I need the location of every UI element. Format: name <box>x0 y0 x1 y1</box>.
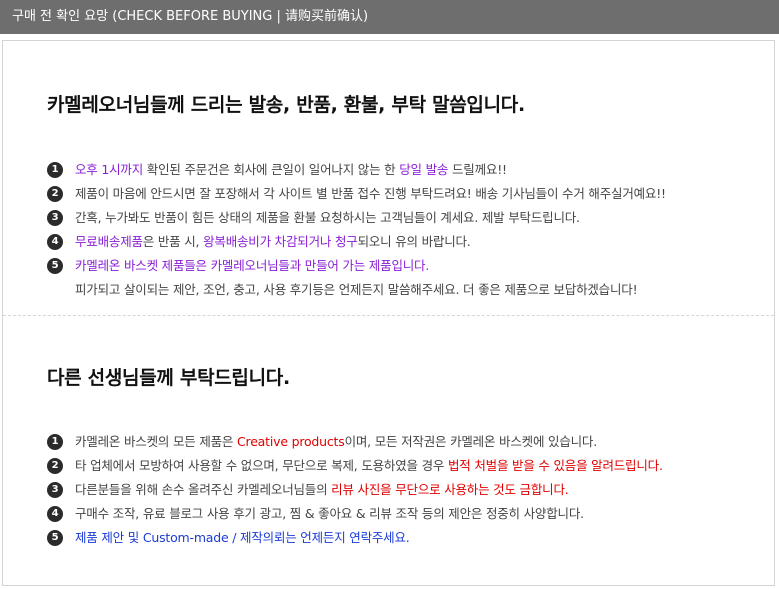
item-text: 간혹, 누가봐도 반품이 힘든 상태의 제품을 환불 요청하시는 고객님들이 계… <box>75 210 580 225</box>
highlight-text: 리뷰 사진을 무단으로 사용하는 것도 금합니다. <box>331 482 569 497</box>
item-text: 드릴께요!! <box>448 162 507 177</box>
list-item: 2 제품이 마음에 안드시면 잘 포장해서 각 사이트 별 반품 접수 진행 부… <box>47 182 666 206</box>
section1-list: 1 오후 1시까지 확인된 주문건은 회사에 큰일이 일어나지 않는 한 당일 … <box>47 158 666 302</box>
number-badge: 4 <box>47 234 63 250</box>
item-text: 이며, 모든 저작권은 카멜레온 바스켓에 있습니다. <box>344 434 598 449</box>
list-item: 1 오후 1시까지 확인된 주문건은 회사에 큰일이 일어나지 않는 한 당일 … <box>47 158 666 182</box>
highlight-text: 제품 제안 및 Custom-made / 제작의뢰는 언제든지 연락주세요. <box>75 530 410 545</box>
highlight-text: 무료배송제품 <box>75 234 143 249</box>
number-badge: 2 <box>47 458 63 474</box>
item-text: 되오니 유의 바랍니다. <box>357 234 471 249</box>
notice-banner: 구매 전 확인 요망 (CHECK BEFORE BUYING | 请购买前确认… <box>0 0 779 34</box>
number-badge: 3 <box>47 482 63 498</box>
item-text: 카멜레온 바스켓의 모든 제품은 <box>75 434 237 449</box>
number-badge: 4 <box>47 506 63 522</box>
item-text: 피가되고 살이되는 제안, 조언, 충고, 사용 후기등은 언제든지 말씀해주세… <box>75 282 638 297</box>
item-text: 확인된 주문건은 회사에 큰일이 일어나지 않는 한 <box>143 162 400 177</box>
highlight-text: 당일 발송 <box>399 162 449 177</box>
highlight-text: 법적 처벌을 받을 수 있음을 알려드립니다. <box>447 458 663 473</box>
list-item-continuation: 피가되고 살이되는 제안, 조언, 충고, 사용 후기등은 언제든지 말씀해주세… <box>47 278 666 302</box>
number-badge: 1 <box>47 434 63 450</box>
section2-heading: 다른 선생님들께 부탁드립니다. <box>47 367 290 389</box>
list-item: 5 카멜레온 바스켓 제품들은 카멜레오너님들과 만들어 가는 제품입니다. <box>47 254 666 278</box>
number-badge: 3 <box>47 210 63 226</box>
item-text: 제품이 마음에 안드시면 잘 포장해서 각 사이트 별 반품 접수 진행 부탁드… <box>75 186 666 201</box>
item-text: 은 반품 시, <box>142 234 204 249</box>
list-item: 4 구매수 조작, 유료 블로그 사용 후기 광고, 찜 & 좋아요 & 리뷰 … <box>47 502 663 526</box>
number-badge: 5 <box>47 258 63 274</box>
number-badge: 1 <box>47 162 63 178</box>
list-item: 1 카멜레온 바스켓의 모든 제품은 Creative products이며, … <box>47 430 663 454</box>
notice-banner-title: 구매 전 확인 요망 (CHECK BEFORE BUYING | 请购买前确认… <box>12 9 369 24</box>
section2-list: 1 카멜레온 바스켓의 모든 제품은 Creative products이며, … <box>47 430 663 550</box>
section-divider <box>3 315 774 316</box>
item-text: 구매수 조작, 유료 블로그 사용 후기 광고, 찜 & 좋아요 & 리뷰 조작… <box>75 506 584 521</box>
list-item: 5 제품 제안 및 Custom-made / 제작의뢰는 언제든지 연락주세요… <box>47 526 663 550</box>
policy-panel: 카멜레오너님들께 드리는 발송, 반품, 환불, 부탁 말씀입니다. 1 오후 … <box>2 40 775 586</box>
section1-heading: 카멜레오너님들께 드리는 발송, 반품, 환불, 부탁 말씀입니다. <box>47 94 525 116</box>
list-item: 2 타 업체에서 모방하여 사용할 수 없으며, 무단으로 복제, 도용하였을 … <box>47 454 663 478</box>
item-text: 다른분들을 위해 손수 올려주신 카멜레오너님들의 <box>75 482 332 497</box>
highlight-text: 카멜레온 바스켓 제품들은 카멜레오너님들과 만들어 가는 제품입니다. <box>75 258 430 273</box>
list-item: 4 무료배송제품은 반품 시, 왕복배송비가 차감되거나 청구되오니 유의 바랍… <box>47 230 666 254</box>
number-badge: 2 <box>47 186 63 202</box>
highlight-text: 오후 1시까지 <box>75 162 144 177</box>
item-text: 타 업체에서 모방하여 사용할 수 없으며, 무단으로 복제, 도용하였을 경우 <box>75 458 448 473</box>
highlight-text: 왕복배송비가 차감되거나 청구 <box>203 234 358 249</box>
list-item: 3 다른분들을 위해 손수 올려주신 카멜레오너님들의 리뷰 사진을 무단으로 … <box>47 478 663 502</box>
list-item: 3 간혹, 누가봐도 반품이 힘든 상태의 제품을 환불 요청하시는 고객님들이… <box>47 206 666 230</box>
highlight-text: Creative products <box>237 434 345 449</box>
number-badge: 5 <box>47 530 63 546</box>
